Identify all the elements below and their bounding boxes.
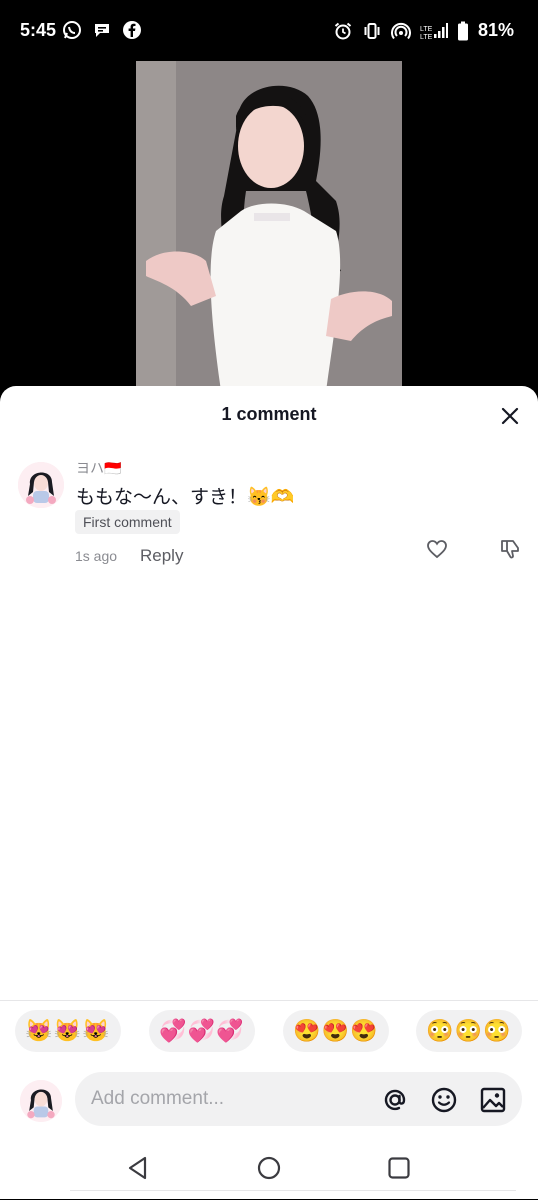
comment-username[interactable]: ヨハ🇮🇩 xyxy=(76,458,121,478)
svg-text:LTE: LTE xyxy=(420,34,433,41)
signal-icon: LTELTE xyxy=(420,22,448,41)
notification-icons xyxy=(62,20,142,40)
emoji-suggestion-3[interactable]: 😍😍😍 xyxy=(283,1010,389,1052)
video-preview[interactable] xyxy=(136,61,402,391)
home-icon[interactable] xyxy=(256,1155,282,1181)
vibrate-icon xyxy=(364,22,380,39)
chat-icon xyxy=(95,24,109,37)
my-avatar-image xyxy=(20,1080,62,1122)
video-frame-image xyxy=(136,61,402,391)
svg-text:LTE: LTE xyxy=(420,26,433,33)
comment-composer xyxy=(0,1072,538,1132)
comments-sheet: 1 comment ヨハ🇮🇩 ももな〜ん、すき！😽🫶 First comment… xyxy=(0,386,538,1199)
alarm-icon xyxy=(334,22,352,39)
sheet-title: 1 comment xyxy=(221,404,317,424)
status-time: 5:45 xyxy=(20,20,57,40)
back-icon[interactable] xyxy=(126,1155,152,1181)
whatsapp-icon xyxy=(63,21,81,39)
my-avatar xyxy=(20,1080,62,1122)
heart-icon[interactable] xyxy=(426,538,448,560)
hotspot-icon xyxy=(391,22,411,39)
recents-icon[interactable] xyxy=(386,1155,412,1181)
avatar[interactable] xyxy=(18,462,64,508)
system-icons: LTE LTE 81% xyxy=(333,20,514,41)
battery-percent: 81% xyxy=(477,20,514,40)
comment-item: ヨハ🇮🇩 ももな〜ん、すき！😽🫶 First comment 1s ago Re… xyxy=(18,458,528,568)
first-comment-badge: First comment xyxy=(75,510,180,534)
divider xyxy=(0,1000,538,1001)
image-icon[interactable] xyxy=(479,1086,507,1114)
comment-text: ももな〜ん、すき！😽🫶 xyxy=(76,487,295,508)
emoji-suggestions: 😻😻😻 💞💞💞 😍😍😍 😳😳😳 xyxy=(0,1010,538,1056)
emoji-suggestion-4[interactable]: 😳😳😳 xyxy=(416,1010,522,1052)
battery-icon xyxy=(457,21,468,40)
reply-button[interactable]: Reply xyxy=(140,546,183,566)
close-icon[interactable] xyxy=(500,406,520,426)
facebook-icon xyxy=(123,21,141,39)
emoji-suggestion-1[interactable]: 😻😻😻 xyxy=(15,1010,121,1052)
emoji-icon[interactable] xyxy=(430,1086,458,1114)
comment-time: 1s ago xyxy=(75,548,118,564)
dislike-icon[interactable] xyxy=(499,538,521,560)
emoji-suggestion-2[interactable]: 💞💞💞 xyxy=(149,1010,255,1052)
status-bar: 5:45 LTE LTE 81% xyxy=(0,0,538,60)
mention-icon[interactable] xyxy=(381,1086,409,1114)
avatar-image xyxy=(18,462,64,508)
